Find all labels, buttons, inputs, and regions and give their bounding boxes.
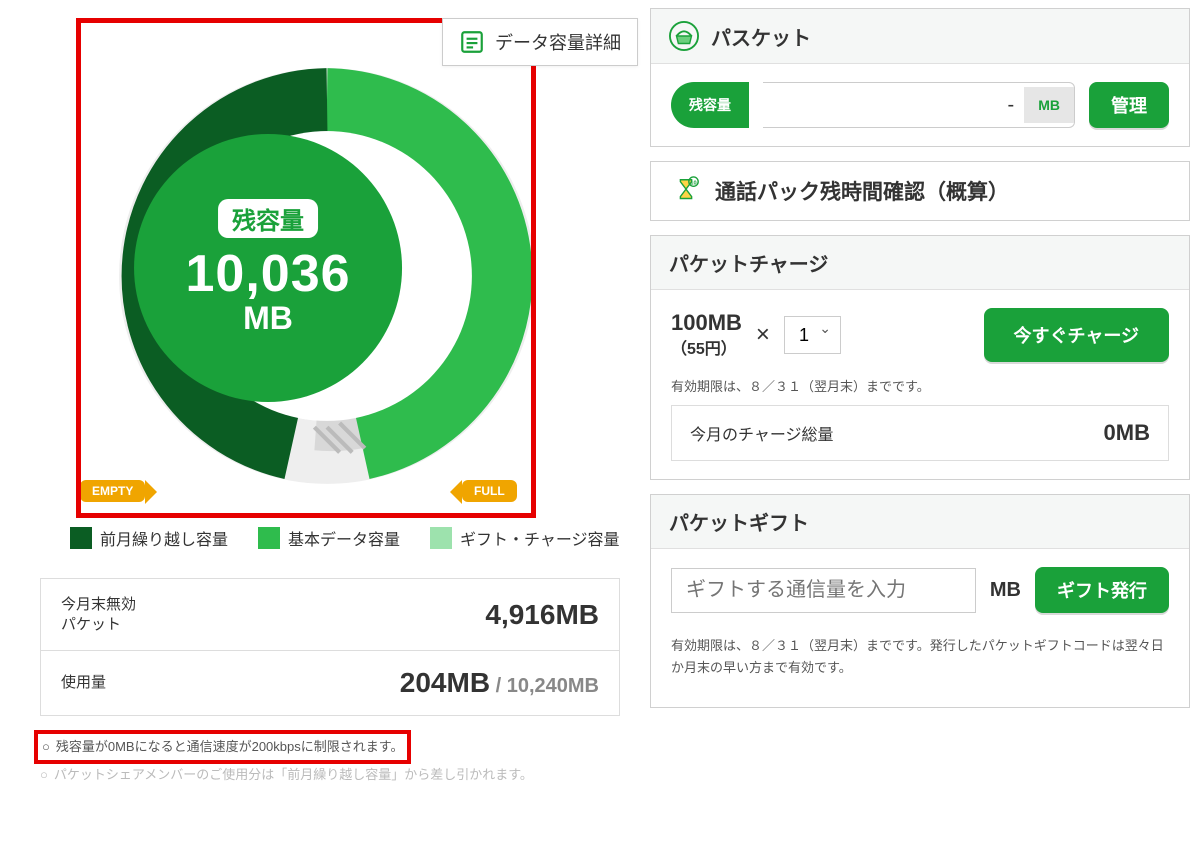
pasuketto-panel: パスケット 残容量 - MB 管理 [650,8,1190,147]
legend-label-base: 基本データ容量 [288,526,400,550]
expiring-value: 4,916MB [485,599,599,631]
bullet-icon: ○ [40,764,48,786]
pasuketto-manage-button[interactable]: 管理 [1089,82,1169,128]
charge-qty-select[interactable]: 1 [784,316,841,354]
empty-badge: EMPTY [80,480,145,502]
call-pack-link[interactable]: 10 通話パック残時間確認（概算） [650,161,1190,221]
charge-month-label: 今月のチャージ総量 [690,421,834,445]
hourglass-icon: 10 [671,176,701,206]
packet-gift-panel: パケットギフト MB ギフト発行 有効期限は、８／３１（翌月末）までです。発行し… [650,494,1190,708]
legend-label-gift: ギフト・チャージ容量 [460,526,620,550]
expiring-row: 今月末無効 パケット 4,916MB [40,578,620,651]
data-detail-button[interactable]: データ容量詳細 [442,18,638,66]
gift-issue-button[interactable]: ギフト発行 [1035,567,1169,613]
footnotes: ○ 残容量が0MBになると通信速度が200kbpsに制限されます。 ○ パケット… [40,730,630,786]
expiring-label-1: 今月末無効 [61,596,136,613]
gift-note: 有効期限は、８／３１（翌月末）までです。発行したパケットギフトコードは翌々日か月… [671,635,1169,679]
legend-label-carryover: 前月繰り越し容量 [100,526,228,550]
gauge-center: 残容量 10,036 MB [134,134,402,402]
gauge-legend: 前月繰り越し容量 基本データ容量 ギフト・チャージ容量 [70,526,630,550]
highlight-box-note: ○ 残容量が0MBになると通信速度が200kbpsに制限されます。 [34,730,411,764]
data-detail-label: データ容量詳細 [495,29,621,55]
footnote-2: パケットシェアメンバーのご使用分は「前月繰り越し容量」から差し引かれます。 [54,764,533,786]
expiring-label-2: パケット [61,616,121,633]
usage-value: 204MB [400,667,490,698]
gauge-label: 残容量 [218,199,318,238]
svg-text:10: 10 [690,180,696,186]
pasuketto-value: - [763,94,1024,117]
gauge-value: 10,036 [186,244,351,304]
pasuketto-field-label: 残容量 [671,82,749,128]
usage-label: 使用量 [61,673,106,693]
charge-unit-price: （55円） [671,341,737,358]
usage-row: 使用量 204MB / 10,240MB [40,651,620,716]
gift-amount-input[interactable] [671,568,976,613]
packet-charge-title: パケットチャージ [669,248,828,277]
charge-expiry-note: 有効期限は、８／３１（翌月末）までです。 [671,376,1169,395]
legend-swatch-carryover [70,527,92,549]
pasuketto-title: パスケット [711,22,811,51]
charge-month-value: 0MB [1104,420,1150,446]
usage-total: / 10,240MB [490,675,599,697]
full-badge: FULL [462,480,517,502]
charge-mult: × [756,321,770,349]
footnote-1: 残容量が0MBになると通信速度が200kbpsに制限されます。 [56,736,404,758]
detail-icon [459,29,485,55]
call-pack-label: 通話パック残時間確認（概算） [715,176,1009,206]
charge-month-row: 今月のチャージ総量 0MB [671,405,1169,461]
packet-gift-title: パケットギフト [669,507,809,536]
pasuketto-value-field: - MB [763,82,1075,128]
charge-now-button[interactable]: 今すぐチャージ [984,308,1169,362]
usage-stats: 今月末無効 パケット 4,916MB 使用量 204MB / 10,240MB [40,578,620,716]
pasuketto-unit: MB [1024,87,1074,123]
legend-swatch-gift [430,527,452,549]
packet-charge-panel: パケットチャージ 100MB （55円） × 1 今すぐチャージ [650,235,1190,480]
legend-swatch-base [258,527,280,549]
basket-icon [669,21,699,51]
bullet-icon: ○ [42,736,50,758]
gauge-unit: MB [243,300,293,337]
charge-unit-amount: 100MB [671,310,742,335]
gift-unit: MB [990,579,1021,602]
usage-gauge: 残容量 10,036 MB EMPTY FULL [62,8,592,508]
